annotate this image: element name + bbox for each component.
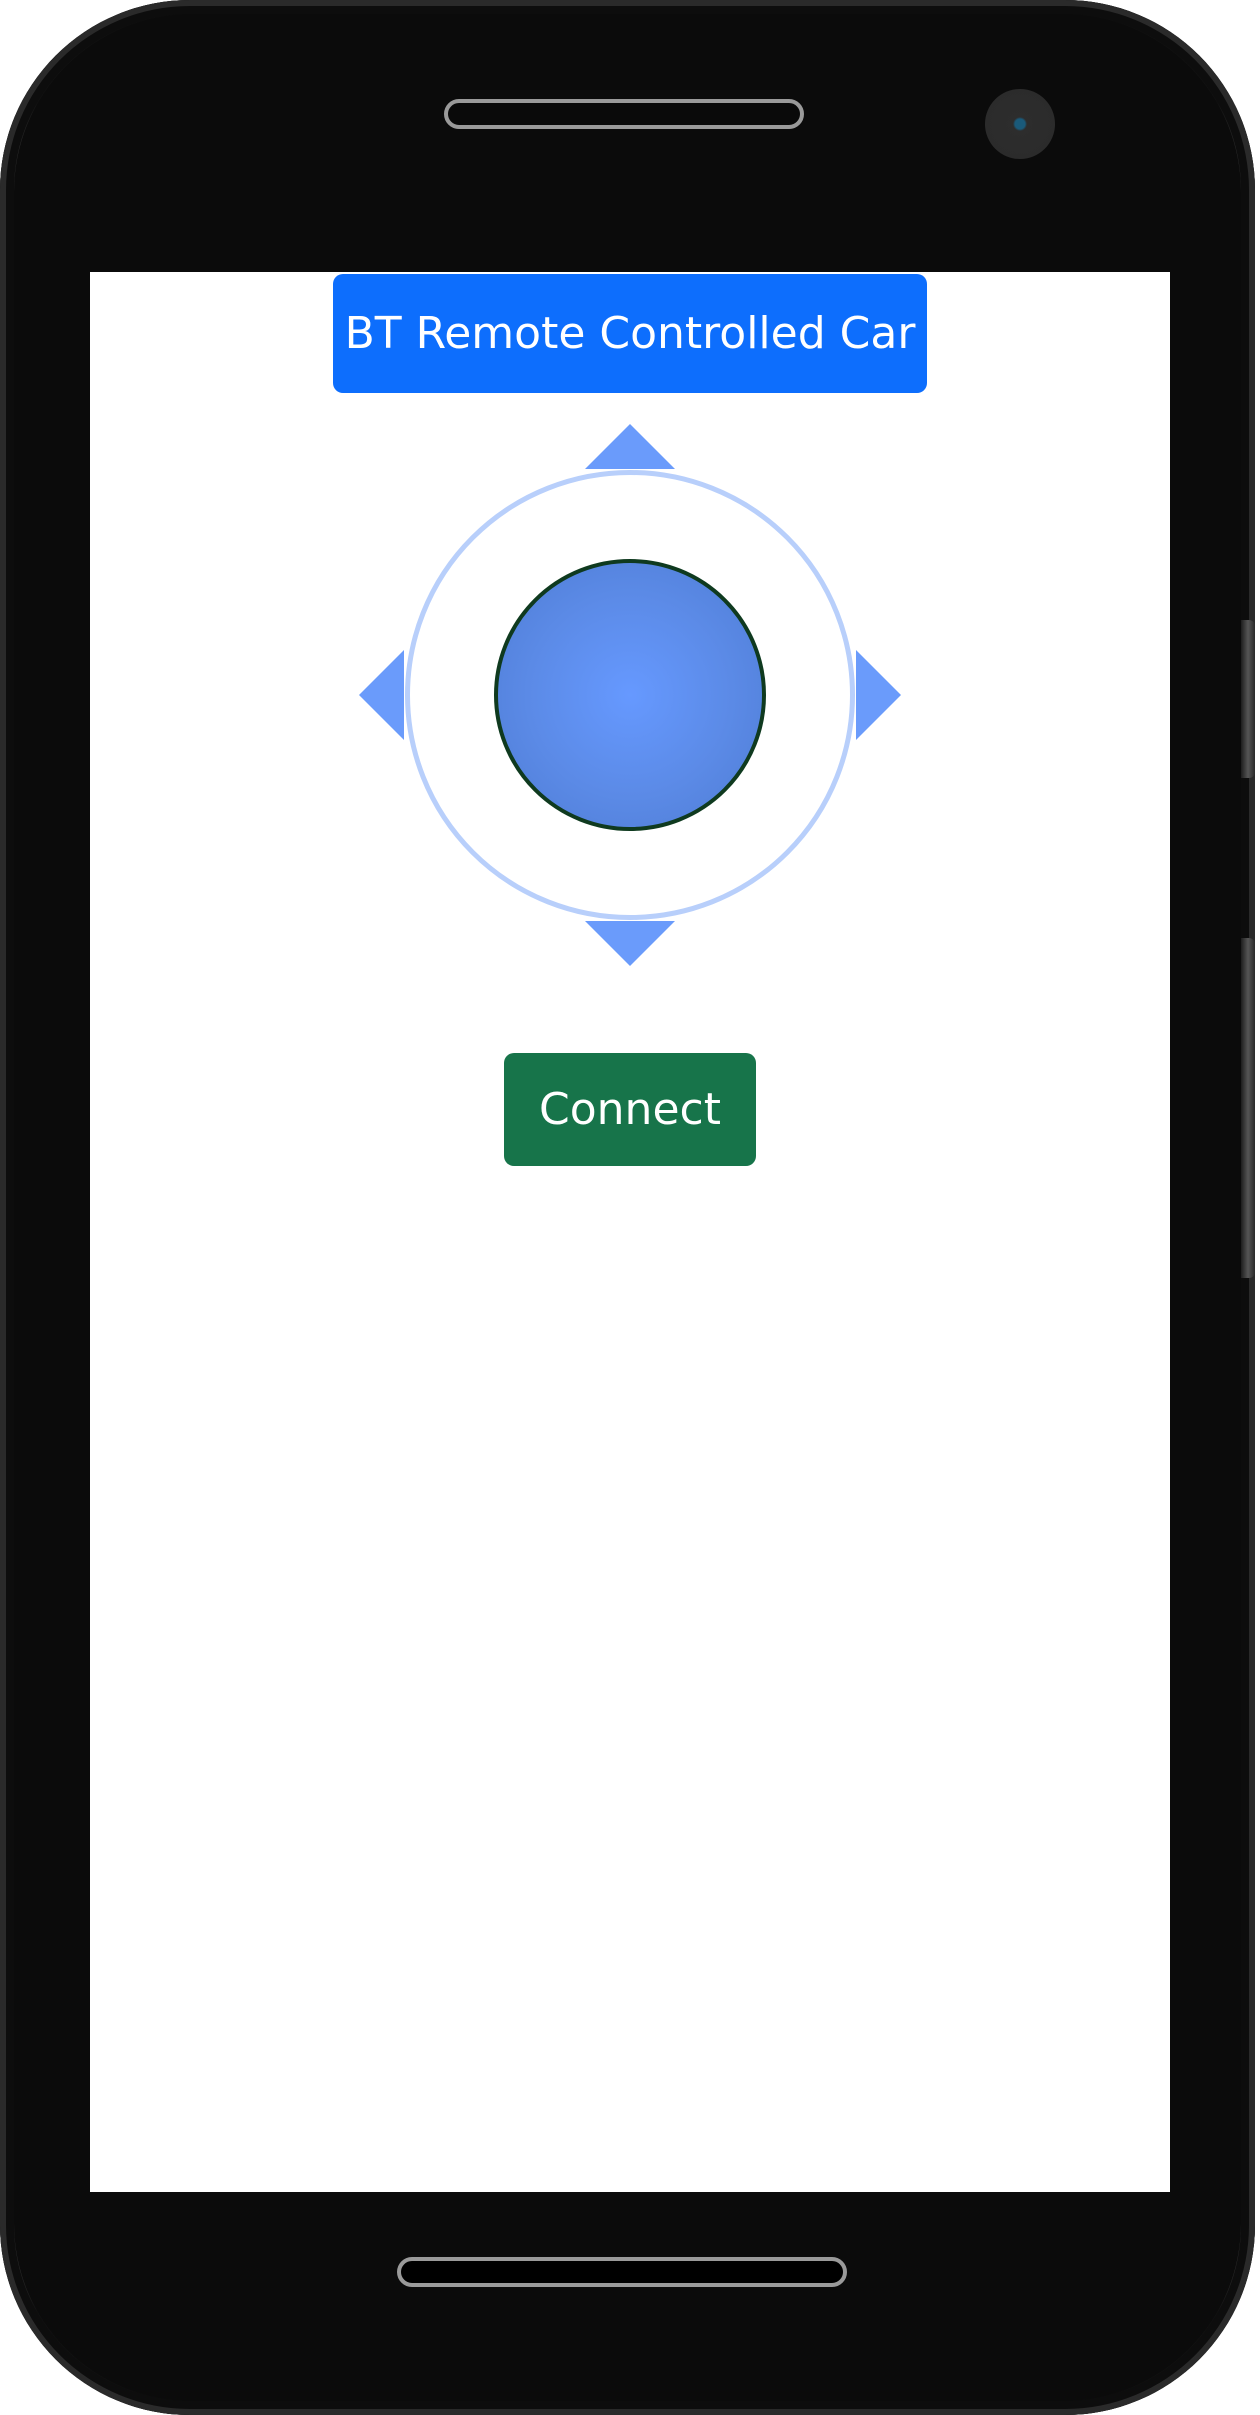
home-bar xyxy=(397,2257,847,2287)
volume-button xyxy=(1241,620,1255,778)
app-title-badge: BT Remote Controlled Car xyxy=(333,274,927,393)
phone-frame: BT Remote Controlled Car Connect xyxy=(0,0,1255,2415)
connect-button[interactable]: Connect xyxy=(504,1053,756,1166)
arrow-right-icon xyxy=(856,650,901,740)
arrow-down-icon xyxy=(585,921,675,966)
arrow-up-icon xyxy=(585,424,675,469)
earpiece-speaker xyxy=(444,99,804,129)
joystick-control[interactable] xyxy=(357,422,903,968)
power-button xyxy=(1241,938,1255,1278)
joystick-knob[interactable] xyxy=(494,559,766,831)
app-screen: BT Remote Controlled Car Connect xyxy=(90,272,1170,2192)
front-camera-icon xyxy=(985,89,1055,159)
arrow-left-icon xyxy=(359,650,404,740)
